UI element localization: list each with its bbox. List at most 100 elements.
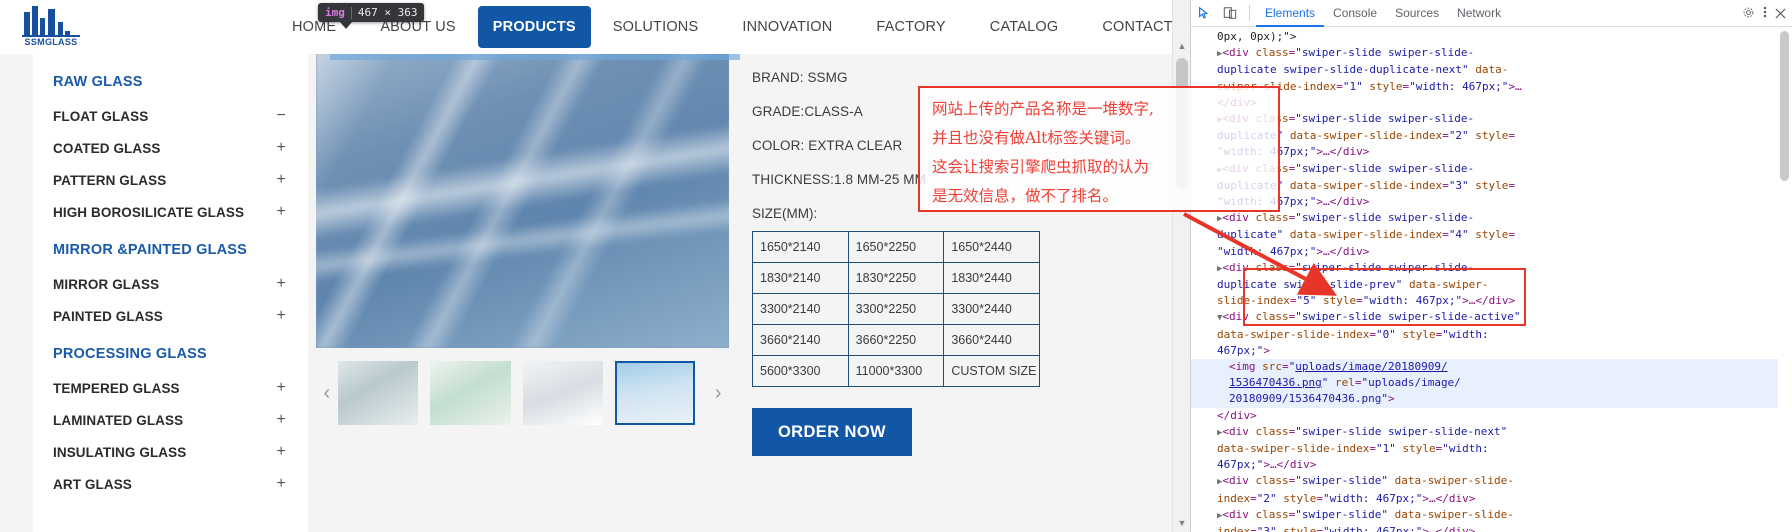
sidebar-group-title[interactable]: RAW GLASS — [33, 60, 308, 100]
code-token: = — [1442, 178, 1449, 192]
devtools-code-line[interactable]: ▶<div class="swiper-slide" data-swiper-s… — [1191, 507, 1779, 524]
code-token: "swiper-slide" — [1295, 474, 1389, 488]
code-token: 1536470436.png — [1229, 376, 1322, 390]
expand-plus-icon[interactable]: + — [277, 380, 286, 396]
sidebar-group-title[interactable]: PROCESSING GLASS — [33, 332, 308, 372]
annotation-line: 网站上传的产品名称是一堆数字, — [932, 100, 1154, 118]
nav-item-innovation[interactable]: INNOVATION — [720, 0, 854, 54]
expand-plus-icon[interactable]: + — [277, 172, 286, 188]
expand-plus-icon[interactable]: + — [277, 444, 286, 460]
sidebar-item-tempered-glass[interactable]: TEMPERED GLASS + — [33, 372, 308, 404]
devtools-code-line[interactable]: 467px;">…</div> — [1191, 457, 1779, 473]
code-token: class — [1248, 46, 1289, 60]
nav-item-factory[interactable]: FACTORY — [854, 0, 967, 54]
close-devtools-icon[interactable] — [1775, 4, 1786, 23]
devtools-code-line[interactable]: </div> — [1191, 408, 1779, 424]
devtools-scrollbar-thumb[interactable] — [1780, 31, 1789, 181]
screenshot-root: ‹ › BRAND: SSMG GRADE:CLASS-A COLOR: EXT… — [0, 0, 1792, 532]
code-token: = — [1508, 178, 1516, 192]
thumb-next-arrow[interactable]: › — [707, 383, 729, 403]
code-token: "swiper-slide" — [1295, 507, 1389, 521]
nav-item-solutions[interactable]: SOLUTIONS — [591, 0, 721, 54]
sidebar-item-label: PATTERN GLASS — [53, 172, 167, 188]
devtools-tab-console[interactable]: Console — [1324, 0, 1386, 27]
collapse-minus-icon[interactable]: − — [277, 108, 286, 124]
product-main-image[interactable] — [316, 33, 729, 348]
size-cell: 3300*2250 — [847, 293, 945, 325]
thumbnail-item[interactable] — [430, 361, 511, 425]
thumbnail-strip[interactable]: ‹ › — [316, 360, 729, 426]
inspector-dimensions: 467 × 363 — [357, 6, 418, 19]
devtools-code-line[interactable]: <img src="uploads/image/20180909/ — [1191, 359, 1779, 376]
code-token: = — [1316, 491, 1323, 505]
code-token: "swiper-slide swiper-slide-next" — [1295, 424, 1508, 438]
devtools-code-line[interactable]: 467px;"> — [1191, 343, 1779, 359]
sidebar-item-label: INSULATING GLASS — [53, 444, 187, 460]
code-token: > — [1468, 491, 1476, 505]
sidebar-item-insulating-glass[interactable]: INSULATING GLASS + — [33, 436, 308, 468]
code-token: div — [1230, 408, 1251, 422]
more-options-kebab-icon[interactable] — [1763, 4, 1767, 23]
thumbnail-item-selected[interactable] — [614, 361, 696, 425]
code-token: > — [1263, 343, 1270, 357]
sidebar-item-art-glass[interactable]: ART GLASS + — [33, 468, 308, 500]
sidebar-item-coated-glass[interactable]: COATED GLASS + — [33, 132, 308, 164]
code-token: "2" — [1448, 129, 1469, 143]
code-token: data- — [1468, 63, 1509, 77]
expand-plus-icon[interactable]: + — [277, 476, 286, 492]
devtools-code-line[interactable]: index="3" style="width: 467px;">…</div> — [1191, 524, 1779, 532]
device-toolbar-icon[interactable] — [1217, 0, 1243, 27]
settings-gear-icon[interactable] — [1742, 4, 1755, 23]
code-token: data-swiper-slide- — [1388, 474, 1514, 488]
thumbnail-item[interactable] — [337, 361, 419, 425]
devtools-scrollbar[interactable] — [1778, 27, 1792, 532]
browser-viewport: ‹ › BRAND: SSMG GRADE:CLASS-A COLOR: EXT… — [0, 0, 1190, 532]
size-cell: 3660*2140 — [752, 324, 849, 356]
sidebar-item-float-glass[interactable]: FLOAT GLASS − — [33, 100, 308, 132]
code-token: "uploads/image/ — [1361, 376, 1461, 390]
sidebar-item-label: PAINTED GLASS — [53, 308, 163, 324]
devtools-tab-elements[interactable]: Elements — [1256, 0, 1325, 27]
expand-plus-icon[interactable]: + — [277, 412, 286, 428]
devtools-code-line[interactable]: 20180909/1536470436.png"> — [1191, 391, 1779, 408]
scroll-down-arrow[interactable]: ▼ — [1173, 515, 1190, 532]
devtools-code-line[interactable]: index="2" style="width: 467px;">…</div> — [1191, 491, 1779, 507]
sidebar-group-title[interactable]: MIRROR &PAINTED GLASS — [33, 228, 308, 268]
devtools-code-line[interactable]: duplicate swiper-slide-duplicate-next" d… — [1191, 62, 1779, 78]
inspect-element-icon[interactable] — [1191, 0, 1217, 27]
code-token: "width: 467px;" — [1409, 79, 1509, 93]
devtools-tab-network[interactable]: Network — [1448, 0, 1510, 27]
nav-item-contact[interactable]: CONTACT — [1080, 0, 1190, 54]
sidebar-item-painted-glass[interactable]: PAINTED GLASS + — [33, 300, 308, 332]
nav-item-products[interactable]: PRODUCTS — [477, 6, 591, 48]
sidebar-item-pattern-glass[interactable]: PATTERN GLASS + — [33, 164, 308, 196]
devtools-tab-sources[interactable]: Sources — [1386, 0, 1448, 27]
expand-plus-icon[interactable]: + — [277, 276, 286, 292]
devtools-code-line[interactable]: ▶<div class="swiper-slide swiper-slide- — [1191, 45, 1779, 62]
devtools-code-line[interactable]: ▶<div class="swiper-slide swiper-slide-n… — [1191, 424, 1779, 441]
code-token: div — [1229, 46, 1249, 60]
code-token: style — [1276, 525, 1317, 532]
site-logo[interactable]: SSMGLASS — [18, 4, 84, 52]
expand-plus-icon[interactable]: + — [277, 308, 286, 324]
expand-plus-icon[interactable]: + — [277, 204, 286, 220]
sidebar-item-mirror-glass[interactable]: MIRROR GLASS + — [33, 268, 308, 300]
nav-item-catalog[interactable]: CATALOG — [968, 0, 1081, 54]
thumbnail-item[interactable] — [522, 361, 603, 425]
devtools-code-line[interactable]: 1536470436.png" rel="uploads/image/ — [1191, 375, 1779, 392]
devtools-code-line[interactable]: ▶<div class="swiper-slide" data-swiper-s… — [1191, 473, 1779, 490]
code-token: class — [1248, 507, 1289, 521]
code-token: div — [1448, 491, 1469, 505]
order-now-button[interactable]: ORDER NOW — [752, 408, 912, 456]
sidebar-item-high-borosilicate-glass[interactable]: HIGH BOROSILICATE GLASS + — [33, 196, 308, 228]
sidebar-item-laminated-glass[interactable]: LAMINATED GLASS + — [33, 404, 308, 436]
code-token: "swiper-slide swiper-slide- — [1295, 161, 1475, 175]
sidebar-item-label: LAMINATED GLASS — [53, 412, 184, 428]
devtools-code-line[interactable]: 0px, 0px);"> — [1191, 29, 1779, 45]
expand-plus-icon[interactable]: + — [277, 140, 286, 156]
code-token: img — [1235, 360, 1256, 374]
devtools-code-line[interactable]: data-swiper-slide-index="1" style="width… — [1191, 441, 1779, 457]
code-token: >… — [1508, 79, 1522, 93]
thumb-prev-arrow[interactable]: ‹ — [316, 383, 338, 403]
code-token: index — [1217, 525, 1251, 532]
